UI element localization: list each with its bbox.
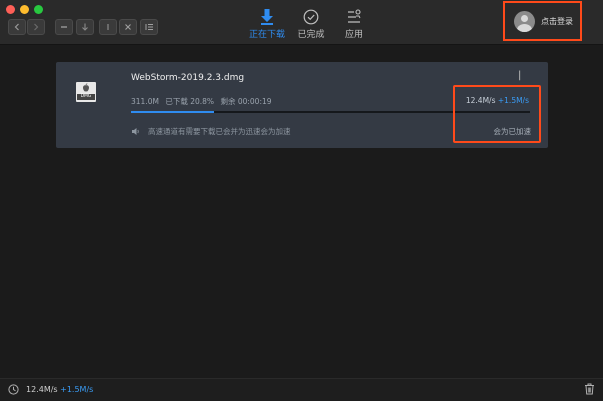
hint-text: 高速通道有需要下载已会并为迅速会为加速 (148, 127, 291, 136)
list-icon (145, 24, 153, 30)
tab-label: 已完成 (297, 30, 325, 40)
arrow-down-icon (82, 23, 88, 31)
close-window-button[interactable] (6, 5, 15, 14)
total-speed: 12.4M/s +1.5M/s (26, 385, 93, 394)
total-speed-value: 12.4M/s (26, 385, 58, 394)
toolbar: 正在下载 已完成 应用 点击登录 (0, 0, 603, 45)
file-size: 311.0M (131, 97, 159, 106)
login-label: 点击登录 (541, 16, 573, 26)
speed-limit-icon (8, 384, 19, 395)
minus-icon (61, 26, 67, 28)
forward-button[interactable] (27, 19, 45, 35)
download-stats: 311.0M 已下载 20.8% 剩余 00:00:19 (131, 96, 276, 107)
start-download-button[interactable] (76, 19, 94, 35)
boost-highlight-box (453, 85, 541, 143)
channel-hint: 高速通道有需要下载已会并为迅速会为加速 (131, 126, 291, 137)
more-options-icon[interactable]: | (518, 70, 521, 81)
apps-icon (348, 8, 361, 23)
speaker-icon (132, 128, 139, 135)
window-controls (6, 5, 43, 14)
close-icon (125, 24, 131, 30)
delete-task-button[interactable] (55, 19, 73, 35)
zoom-window-button[interactable] (34, 5, 43, 14)
dmg-file-icon: DMG (75, 81, 97, 103)
status-bar: 12.4M/s +1.5M/s (0, 378, 603, 401)
trash-icon[interactable] (584, 383, 595, 395)
list-view-button[interactable] (140, 19, 158, 35)
file-name: WebStorm-2019.2.3.dmg (131, 73, 245, 83)
total-boost-value: +1.5M/s (60, 385, 94, 394)
minimize-window-button[interactable] (20, 5, 29, 14)
chevron-left-icon (14, 23, 19, 31)
file-type-badge: DMG (80, 94, 92, 99)
tab-label: 正在下载 (248, 30, 285, 40)
login-button[interactable]: 点击登录 (503, 1, 582, 41)
tab-label: 应用 (344, 30, 363, 40)
check-circle-icon (303, 9, 319, 24)
downloaded-percent: 已下载 20.8% (165, 97, 215, 106)
tab-downloading[interactable]: 正在下载 (245, 8, 289, 40)
time-remaining: 剩余 00:00:19 (220, 97, 272, 106)
chevron-right-icon (34, 23, 39, 31)
back-button[interactable] (8, 19, 26, 35)
avatar (514, 10, 535, 32)
cancel-button[interactable] (119, 19, 137, 35)
tab-completed[interactable]: 已完成 (289, 8, 333, 40)
pause-icon (107, 24, 109, 30)
progress-fill (131, 111, 214, 113)
tab-apps[interactable]: 应用 (332, 8, 376, 40)
pause-button[interactable] (99, 19, 117, 35)
download-arrow-icon (261, 8, 273, 25)
